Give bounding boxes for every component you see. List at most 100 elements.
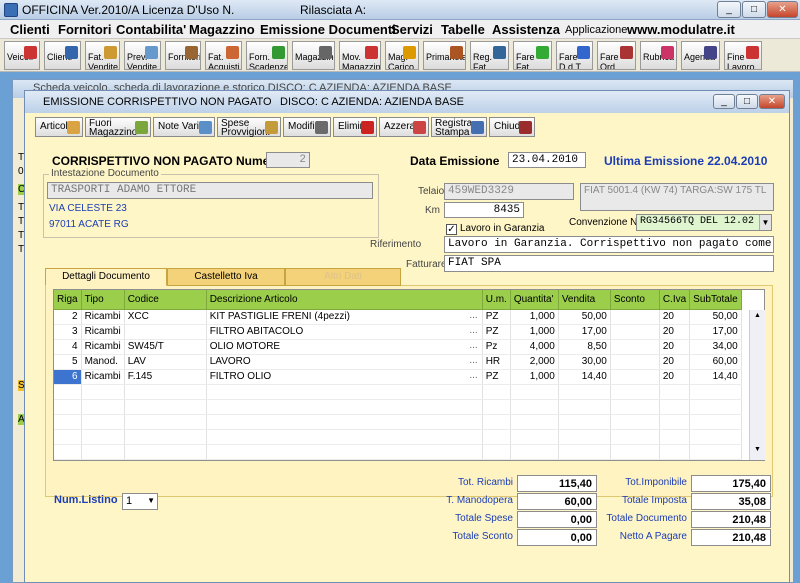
customer-name-field[interactable]: TRASPORTI ADAMO ETTORE [47, 182, 373, 199]
table-row[interactable] [54, 399, 742, 415]
close-button[interactable]: ✕ [767, 1, 798, 18]
table-cell-vendita[interactable] [558, 429, 611, 445]
toolbar-button-calendar[interactable]: Forn. Scadenze [246, 41, 288, 70]
listino-select[interactable]: 1 ▼ [122, 493, 158, 510]
riferimento-field[interactable]: Lavoro in Garanzia. Corrispettivo non pa… [444, 236, 774, 253]
column-header[interactable]: Quantita' [510, 290, 559, 310]
table-cell-riga[interactable] [54, 444, 82, 460]
tab-altri-dati[interactable]: Altri Dati [285, 268, 401, 286]
table-cell-codice[interactable] [124, 429, 207, 445]
table-cell-sconto[interactable] [610, 444, 660, 460]
table-cell-iva[interactable] [659, 384, 691, 400]
table-cell-descr[interactable]: LAVORO... [206, 354, 483, 370]
column-header[interactable]: U.m. [482, 290, 511, 310]
table-cell-um[interactable]: HR [482, 354, 511, 370]
column-header[interactable]: Sconto [610, 290, 660, 310]
table-cell-codice[interactable]: LAV [124, 354, 207, 370]
table-cell-codice[interactable] [124, 444, 207, 460]
table-row[interactable]: 5 Manod. LAV LAVORO... HR 2,000 30,00 20 60,00 [54, 354, 742, 370]
menu-emissione-documenti[interactable]: Emissione Documenti [260, 22, 396, 37]
table-cell-tipo[interactable]: Manod. [81, 354, 125, 370]
table-cell-qta[interactable] [510, 429, 559, 445]
table-cell-riga[interactable]: 3 [54, 324, 82, 340]
table-cell-descr[interactable]: FILTRO OLIO... [206, 369, 483, 385]
table-cell-iva[interactable]: 20 [659, 309, 691, 325]
column-header[interactable]: C.Iva [659, 290, 691, 310]
fatturare-field[interactable]: FIAT SPA [444, 255, 774, 272]
warranty-checkbox[interactable]: ✓ [446, 224, 457, 235]
table-cell-codice[interactable] [124, 414, 207, 430]
table-cell-descr[interactable] [206, 414, 483, 430]
table-cell-iva[interactable] [659, 414, 691, 430]
table-cell-um[interactable]: PZ [482, 369, 511, 385]
table-cell-um[interactable] [482, 384, 511, 400]
table-cell-sconto[interactable] [610, 369, 660, 385]
toolbar-button-register[interactable]: Reg. Fat. Acquisto [470, 41, 509, 70]
table-cell-codice[interactable]: F.145 [124, 369, 207, 385]
menu-servizi[interactable]: Servizi [391, 22, 433, 37]
ellipsis-button[interactable]: ... [469, 340, 477, 351]
toolbar-button-ledger[interactable]: Primanota [423, 41, 466, 70]
document-number-field[interactable]: 2 [266, 152, 310, 168]
table-cell-tipo[interactable] [81, 444, 125, 460]
scroll-down-icon[interactable]: ▼ [752, 446, 763, 457]
table-cell-descr[interactable]: KIT PASTIGLIE FRENI (4pezzi)... [206, 309, 483, 325]
table-cell-descr[interactable]: OLIO MOTORE... [206, 339, 483, 355]
table-cell-sub[interactable] [689, 399, 742, 415]
table-cell-riga[interactable] [54, 429, 82, 445]
table-cell-tipo[interactable]: Ricambi [81, 309, 125, 325]
table-cell-vendita[interactable]: 17,00 [558, 324, 611, 340]
menu-contabilita[interactable]: Contabilita' [116, 22, 186, 37]
table-cell-vendita[interactable] [558, 414, 611, 430]
table-cell-sconto[interactable] [610, 399, 660, 415]
table-cell-vendita[interactable]: 50,00 [558, 309, 611, 325]
column-header[interactable]: SubTotale [689, 290, 742, 310]
table-cell-qta[interactable] [510, 444, 559, 460]
table-cell-um[interactable] [482, 414, 511, 430]
emission-date-field[interactable]: 23.04.2010 [508, 152, 586, 168]
table-cell-iva[interactable]: 20 [659, 369, 691, 385]
column-header[interactable]: Codice [124, 290, 207, 310]
table-cell-qta[interactable]: 1,000 [510, 309, 559, 325]
table-cell-tipo[interactable] [81, 429, 125, 445]
table-cell-sub[interactable] [689, 444, 742, 460]
modifica-button[interactable]: Modifica [283, 117, 331, 137]
table-cell-sconto[interactable] [610, 384, 660, 400]
toolbar-button-people[interactable]: Clienti [44, 41, 81, 70]
table-cell-sconto[interactable] [610, 414, 660, 430]
table-cell-vendita[interactable]: 14,40 [558, 369, 611, 385]
table-cell-um[interactable]: PZ [482, 324, 511, 340]
table-cell-codice[interactable] [124, 384, 207, 400]
table-cell-um[interactable] [482, 444, 511, 460]
table-cell-sub[interactable] [689, 414, 742, 430]
ellipsis-button[interactable]: ... [469, 370, 477, 381]
table-cell-um[interactable] [482, 429, 511, 445]
table-cell-qta[interactable] [510, 384, 559, 400]
ellipsis-button[interactable]: ... [469, 355, 477, 366]
dialog-maximize-button[interactable]: □ [736, 94, 758, 109]
table-row[interactable]: 4 Ricambi SW45/T OLIO MOTORE... Pz 4,000 8,50 2… [54, 339, 742, 355]
dialog-minimize-button[interactable]: _ [713, 94, 735, 109]
table-cell-riga[interactable] [54, 399, 82, 415]
table-cell-iva[interactable]: 20 [659, 354, 691, 370]
table-row[interactable]: 6 Ricambi F.145 FILTRO OLIO... PZ 1,000 14,40 2… [54, 369, 742, 385]
table-cell-iva[interactable] [659, 399, 691, 415]
table-cell-tipo[interactable] [81, 399, 125, 415]
toolbar-button-stock-move[interactable]: Mov. Magazzino [339, 41, 381, 70]
table-cell-um[interactable]: Pz [482, 339, 511, 355]
toolbar-button-address-book[interactable]: Rubrica [640, 41, 677, 70]
table-cell-tipo[interactable]: Ricambi [81, 324, 125, 340]
table-cell-qta[interactable]: 1,000 [510, 369, 559, 385]
chevron-down-icon[interactable]: ▼ [759, 215, 771, 230]
column-header[interactable]: Tipo [81, 290, 125, 310]
column-header[interactable]: Descrizione Articolo [206, 290, 483, 310]
toolbar-button-load[interactable]: Mag. Carico [385, 41, 419, 70]
dialog-close-button[interactable]: ✕ [759, 94, 785, 109]
table-cell-sconto[interactable] [610, 309, 660, 325]
minimize-button[interactable]: _ [717, 1, 741, 18]
menu-applicazione[interactable]: Applicazione [565, 24, 627, 36]
toolbar-button-invoice[interactable]: Fat. Vendite [85, 41, 120, 70]
registra-stampa-button[interactable]: Registra Stampa [431, 117, 487, 138]
km-field[interactable]: 8435 [444, 202, 524, 218]
tab-dettagli-documento[interactable]: Dettagli Documento [45, 268, 167, 286]
